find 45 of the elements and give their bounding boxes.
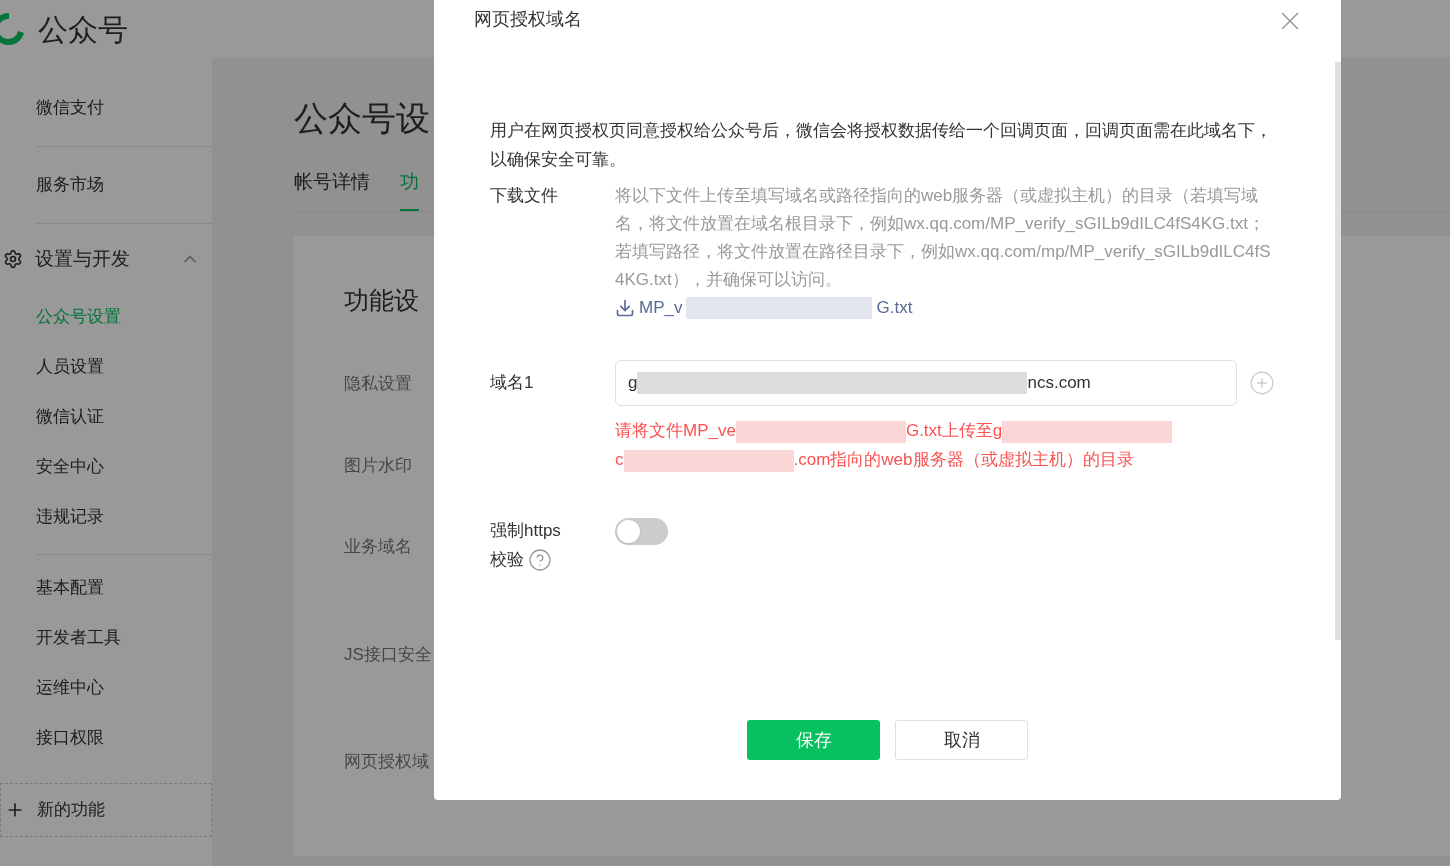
setting-label: 业务域名 [344, 536, 412, 558]
download-icon [615, 298, 635, 318]
card-title: 功能设 [344, 284, 419, 316]
text-fragment: G.txt上传至g [905, 421, 1003, 440]
text-fragment: ncs.com [1027, 372, 1091, 395]
toggle-switch[interactable] [615, 518, 668, 545]
text-fragment: MP_v [639, 297, 683, 319]
sidebar-item[interactable]: 服务市场 [36, 165, 212, 205]
field-label: 强制https [490, 520, 561, 542]
text-fragment: g [628, 372, 638, 395]
download-description: 将以下文件上传至填写域名或路径指向的web服务器（或虚拟主机）的目录（若填写域名，将文件放置在域名根目录下，例如wx.qq.com/MP_verify_sGILb9dILC4fS4KG.txt；若填写路径，将文件放置在路径目录下，例如wx.qq.com/mp/MP_verify_sGILb9dILC4fS4KG.txt），并确保可以访问。 [615, 185, 1272, 291]
intro-text: 用户在网页授权页同意授权给公众号后，微信会将授权数据传给一个回调页面，回调页面需在此域名下，以确保安全可靠。 [490, 120, 1273, 171]
sidebar-item[interactable]: 违规记录 [36, 492, 212, 542]
section-header[interactable]: 设置与开发 [0, 234, 212, 284]
tab[interactable]: 帐号详情 [294, 168, 370, 211]
field-label: 校验 [490, 549, 524, 571]
sidebar-item[interactable]: 微信支付 [36, 88, 212, 128]
domain-input[interactable]: g ncs.com [615, 360, 1237, 406]
page-title: 公众号设 [294, 98, 430, 139]
add-icon[interactable] [1249, 370, 1275, 396]
help-icon[interactable] [528, 547, 552, 572]
gear-icon [3, 249, 23, 269]
sidebar-item[interactable]: 运维中心 [36, 663, 212, 713]
text-fragment: G.txt [876, 297, 913, 319]
text-fragment: c [615, 450, 624, 469]
new-feature-button[interactable]: 新的功能 [0, 783, 212, 837]
download-link[interactable]: MP_v G.txt [615, 294, 1275, 322]
text-fragment: .com指向的web服务器（或虚拟主机）的目录 [793, 450, 1134, 469]
sidebar-item[interactable]: 安全中心 [36, 442, 212, 492]
section-label: 设置与开发 [35, 246, 131, 271]
setting-label: 隐私设置 [344, 373, 412, 395]
sidebar-item[interactable]: 微信认证 [36, 392, 212, 442]
text-fragment: 请将文件MP_ve [615, 421, 736, 440]
setting-label: JS接口安全 [344, 643, 432, 666]
sidebar-item[interactable]: 基本配置 [36, 563, 212, 613]
cancel-button[interactable]: 取消 [895, 720, 1028, 760]
field-label: 域名1 [490, 372, 535, 394]
dialog-title: 网页授权域名 [474, 8, 582, 31]
sidebar-item[interactable]: 开发者工具 [36, 613, 212, 663]
field-label: 下载文件 [490, 185, 559, 207]
sidebar-item[interactable]: 人员设置 [36, 342, 212, 392]
app-title: 公众号 [38, 11, 128, 48]
sidebar-item[interactable]: 接口权限 [36, 713, 212, 763]
setting-label: 图片水印 [344, 454, 412, 477]
setting-label: 网页授权域 [344, 751, 429, 773]
